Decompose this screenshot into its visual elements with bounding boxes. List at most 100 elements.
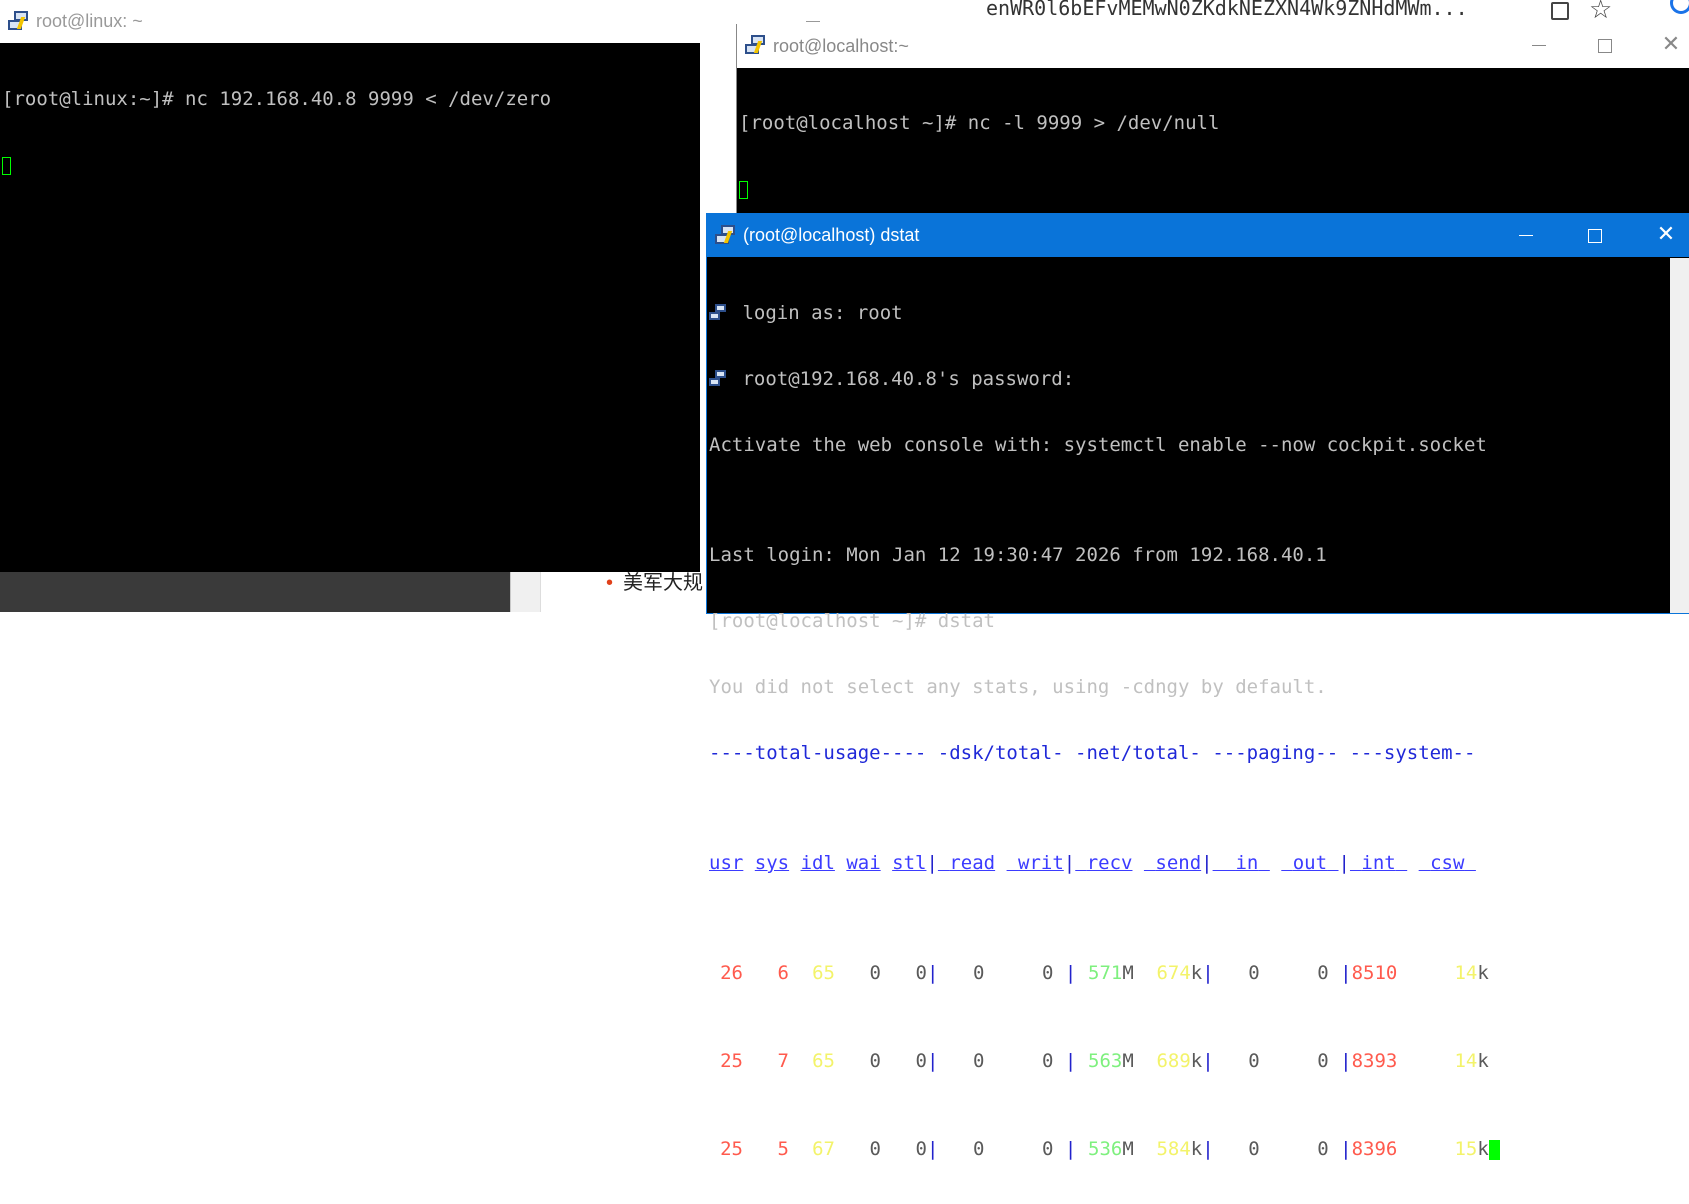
terminal-line: [root@localhost ~]# nc -l 9999 > /dev/nu… [739,112,1220,134]
terminal-window-dstat[interactable]: (root@localhost) dstat ✕ login as: root … [706,213,1689,1160]
putty-icon[interactable] [715,224,737,247]
cell-sys: 5 [777,1138,789,1160]
text-cursor [739,180,748,199]
cell-stl: 0 [915,1050,927,1072]
col-send: send [1155,852,1202,874]
text-cursor [1488,1139,1500,1160]
cell-usr: 25 [720,1050,743,1072]
browser-tab-icon[interactable] [1551,2,1569,20]
cell-recv: 536 [1088,1138,1123,1160]
background-panel-edge [540,572,546,612]
cell-read: 0 [973,962,985,984]
background-panel [0,572,510,612]
col-writ: writ [1018,852,1064,874]
cell-wai: 0 [869,1050,881,1072]
terminal-line: root@192.168.40.8's password: [742,368,1075,390]
close-icon: ✕ [1661,30,1681,56]
col-recv: recv [1086,852,1133,874]
terminal-line: login as: root [742,302,903,324]
terminal-output[interactable]: [root@linux:~]# nc 192.168.40.8 9999 < /… [2,44,700,220]
cell-out: 0 [1317,1138,1329,1160]
close-icon: ✕ [1656,220,1676,246]
cell-idl: 67 [812,1138,835,1160]
minimize-icon [1519,235,1533,237]
dstat-group-header: ----total-usage---- -dsk/total- -net/tot… [709,742,1476,764]
window-title: root@linux: ~ [36,11,143,31]
maximize-button[interactable] [1572,34,1638,57]
col-int: int [1361,852,1396,874]
background-panel-divider [510,572,541,612]
terminal-line: You did not select any stats, using -cdn… [709,676,1327,698]
window-title: (root@localhost) dstat [743,225,920,245]
cell-stl: 0 [915,1138,927,1160]
col-csw: csw [1430,852,1465,874]
col-usr: usr [709,852,744,874]
col-idl: idl [800,852,835,874]
col-stl: stl [892,852,927,874]
cell-in: 0 [1248,1050,1260,1072]
unit-recv: M [1122,1138,1134,1160]
cell-recv: 563 [1088,1050,1123,1072]
unit-send: k [1190,962,1203,984]
cell-writ: 0 [1042,1050,1054,1072]
minimize-icon [806,21,820,23]
minimize-button[interactable] [1506,34,1572,57]
cell-send: 689 [1156,1050,1191,1072]
cell-recv: 571 [1088,962,1123,984]
unit-csw: k [1477,1050,1489,1072]
putty-event-icon [709,369,731,390]
window-titlebar[interactable]: (root@localhost) dstat ✕ [707,214,1689,257]
unit-send: k [1190,1138,1203,1160]
cell-wai: 0 [869,962,881,984]
terminal-line: [root@localhost ~]# dstat [709,610,995,632]
cell-writ: 0 [1042,962,1054,984]
dstat-row: 26 6 65 0 0| 0 0 | 571M 674k| 0 0 |8510 14k [709,962,1689,984]
col-read: read [949,852,996,874]
terminal-window-localhost[interactable]: root@localhost:~ ✕ [root@localhost ~]# n… [736,24,1689,214]
cell-sys: 6 [777,962,789,984]
terminal-output[interactable]: login as: root root@192.168.40.8's passw… [709,258,1689,1204]
bullet-icon: • [606,572,614,594]
cell-in: 0 [1248,962,1260,984]
cell-stl: 0 [915,962,927,984]
window-title: root@localhost:~ [773,35,909,56]
text-cursor [2,156,11,175]
cell-idl: 65 [812,962,835,984]
terminal-window-linux[interactable]: root@linux: ~ [root@linux:~]# nc 192.168… [0,0,820,572]
minimize-icon [1532,45,1546,47]
cell-usr: 25 [720,1138,743,1160]
cell-usr: 26 [720,962,743,984]
cell-int: 8393 [1351,1050,1398,1072]
cell-csw: 14 [1454,962,1478,984]
close-button[interactable]: ✕ [1633,222,1689,245]
maximize-icon [1598,38,1612,53]
cell-int: 8510 [1351,962,1398,984]
window-titlebar[interactable]: root@localhost:~ ✕ [737,24,1689,68]
maximize-icon [1588,228,1602,243]
browser-url-text: enWR0l6bEFvMEMwN0ZKdkNEZXN4Wk9ZNHdMWm... [986,0,1468,20]
terminal-line: [root@linux:~]# nc 192.168.40.8 9999 < /… [2,88,552,110]
dstat-row: 25 7 65 0 0| 0 0 | 563M 689k| 0 0 |8393 14k [709,1050,1689,1072]
close-button[interactable]: ✕ [1638,32,1689,55]
terminal-line: Last login: Mon Jan 12 19:30:47 2026 fro… [709,544,1327,566]
unit-recv: M [1122,962,1134,984]
dstat-column-header-row: usr sys idl wai stl| read writ| recv sen… [709,852,1689,874]
unit-recv: M [1122,1050,1134,1072]
unit-send: k [1190,1050,1203,1072]
putty-event-icon [709,303,731,324]
col-out: out [1292,852,1328,874]
terminal-line: Activate the web console with: systemctl… [709,434,1487,456]
minimize-button[interactable] [1493,224,1559,247]
cell-csw: 15 [1454,1138,1478,1160]
cell-writ: 0 [1042,1138,1054,1160]
cell-sys: 7 [777,1050,789,1072]
maximize-button[interactable] [1562,224,1628,247]
profile-icon[interactable] [1670,0,1689,14]
putty-icon[interactable] [745,35,767,57]
bookmark-star-icon[interactable]: ☆ [1589,0,1612,25]
cell-int: 8396 [1351,1138,1398,1160]
putty-icon[interactable] [8,10,30,33]
cell-send: 674 [1156,962,1191,984]
window-titlebar[interactable]: root@linux: ~ [0,0,820,43]
list-item-text: 美军大规 [623,572,704,594]
